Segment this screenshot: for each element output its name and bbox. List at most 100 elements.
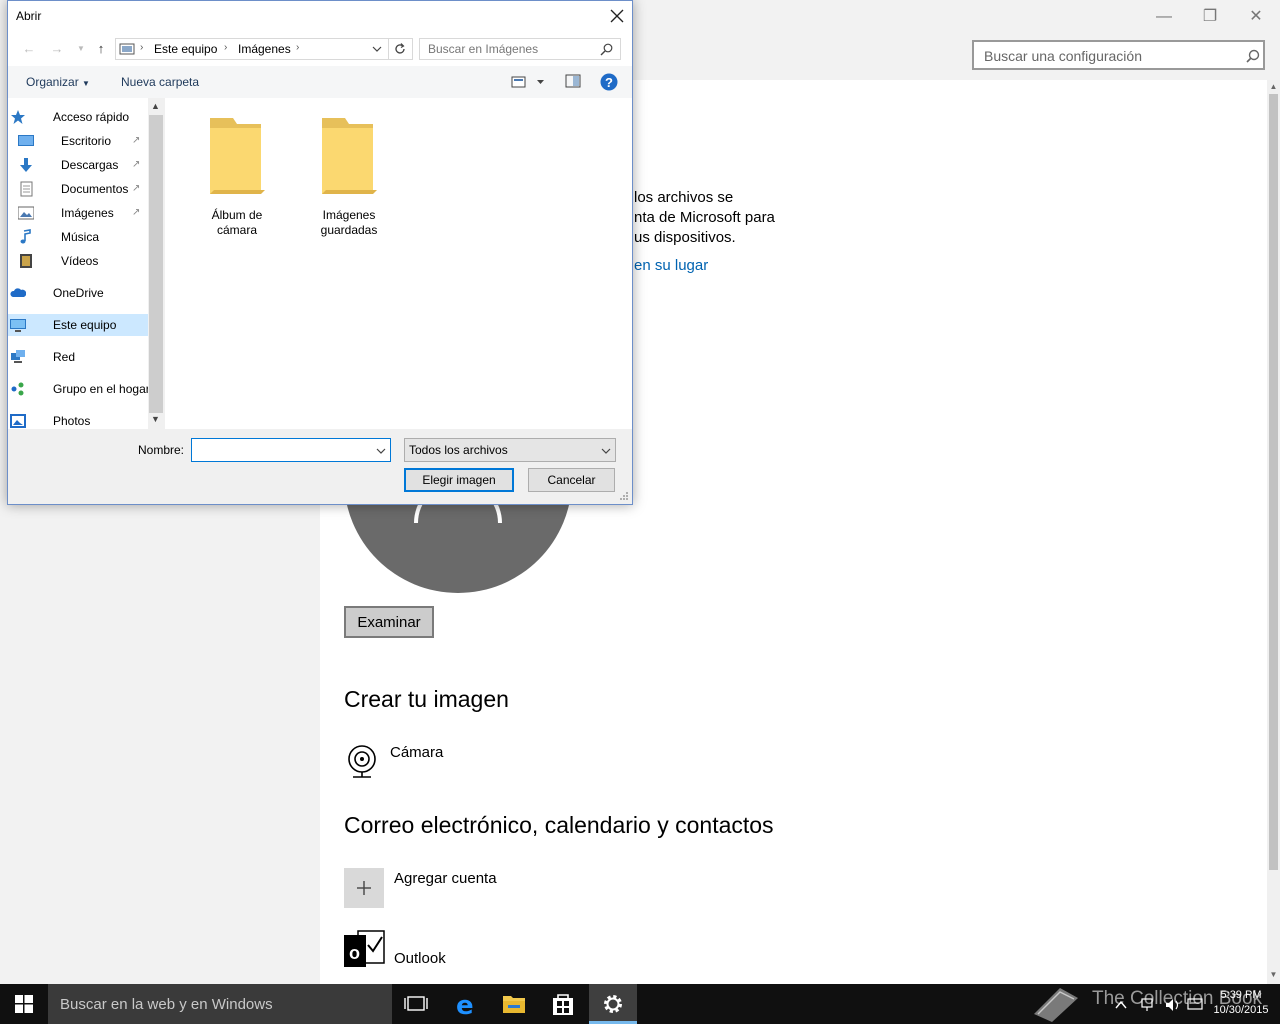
choose-picture-button[interactable]: Elegir imagen xyxy=(404,468,514,492)
local-account-link[interactable]: en su lugar xyxy=(634,256,708,276)
dialog-titlebar[interactable]: Abrir xyxy=(8,1,632,32)
folder-label: Imágenes guardadas xyxy=(299,208,399,238)
folder-item[interactable]: Álbum de cámara xyxy=(187,114,287,244)
filename-input[interactable] xyxy=(196,443,366,457)
outlook-label[interactable]: Outlook xyxy=(394,949,446,969)
create-picture-heading: Crear tu imagen xyxy=(344,686,509,712)
camera-icon[interactable] xyxy=(345,744,379,780)
open-file-dialog: Abrir ← → ▼ ↑ › Este equipo › Imágenes › xyxy=(7,0,633,505)
search-icon xyxy=(600,43,613,56)
scroll-up-arrow-icon[interactable]: ▲ xyxy=(1267,82,1280,94)
breadcrumb-separator-icon: › xyxy=(140,42,144,53)
address-dropdown-chevron-icon[interactable] xyxy=(372,45,382,53)
windows-start-icon[interactable] xyxy=(15,995,33,1013)
filename-chevron-down-icon[interactable] xyxy=(376,447,386,455)
nav-item[interactable]: Photos xyxy=(8,410,148,429)
folder-item[interactable]: Imágenes guardadas xyxy=(299,114,399,244)
folder-icon xyxy=(322,118,377,194)
taskbar-clock[interactable]: 5:39 PM 10/30/2015 xyxy=(1209,988,1273,1018)
back-arrow-icon[interactable]: ← xyxy=(20,40,38,58)
file-list-pane: Álbum de cámara Imágenes guardadas xyxy=(165,98,632,429)
filename-combobox[interactable] xyxy=(191,438,391,462)
restore-button[interactable]: ❐ xyxy=(1187,6,1233,28)
nav-item[interactable]: Documentos ↗ xyxy=(8,178,148,200)
view-options-icon[interactable] xyxy=(511,75,551,89)
nav-item[interactable]: OneDrive xyxy=(8,282,148,304)
add-account-label[interactable]: Agregar cuenta xyxy=(394,869,497,889)
edge-button[interactable]: e xyxy=(442,984,490,1024)
navigation-scrollbar[interactable]: ▲ ▼ xyxy=(148,98,165,429)
nav-item[interactable]: Vídeos xyxy=(8,250,148,272)
up-arrow-icon[interactable]: ↑ xyxy=(92,40,110,58)
breadcrumb-este-equipo[interactable]: Este equipo xyxy=(154,42,217,56)
svg-text:?: ? xyxy=(605,75,613,90)
folder-label-line1: Imágenes xyxy=(322,208,376,222)
settings-taskbar-button[interactable] xyxy=(589,984,637,1024)
svg-text:e: e xyxy=(456,991,474,1021)
cloud-icon xyxy=(10,288,26,297)
nav-item[interactable]: Imágenes ↗ xyxy=(8,202,148,224)
search-icon xyxy=(1246,49,1260,63)
nav-item[interactable]: Este equipo xyxy=(8,314,148,336)
nav-item[interactable]: Red xyxy=(8,346,148,368)
outlook-icon[interactable]: o xyxy=(344,929,386,969)
pin-icon: ↗ xyxy=(132,135,141,146)
refresh-icon[interactable] xyxy=(393,42,407,56)
scroll-thumb[interactable] xyxy=(1269,94,1278,870)
nav-scroll-down-icon[interactable]: ▼ xyxy=(151,414,160,424)
nav-item[interactable]: Escritorio ↗ xyxy=(8,130,148,152)
nav-scroll-up-icon[interactable]: ▲ xyxy=(151,101,160,111)
address-bar[interactable]: › Este equipo › Imágenes › xyxy=(115,38,413,60)
nav-item-label: Música xyxy=(61,230,100,244)
breadcrumb-separator-icon: › xyxy=(224,42,228,53)
nav-scroll-thumb[interactable] xyxy=(149,115,163,413)
nav-item[interactable]: Acceso rápido xyxy=(8,106,148,128)
pin-icon: ↗ xyxy=(132,207,141,218)
forward-arrow-icon[interactable]: → xyxy=(48,40,66,58)
store-button[interactable] xyxy=(539,984,587,1024)
recent-locations-chevron-icon[interactable]: ▼ xyxy=(72,40,90,58)
desktop-icon xyxy=(18,135,34,146)
nav-item[interactable]: Música xyxy=(8,226,148,248)
browse-button[interactable]: Examinar xyxy=(344,606,434,638)
task-view-button[interactable] xyxy=(392,984,440,1024)
minimize-button[interactable]: — xyxy=(1141,6,1187,28)
computer-icon xyxy=(10,319,26,332)
pictures-icon xyxy=(18,206,34,220)
file-type-value: Todos los archivos xyxy=(409,443,508,457)
nav-item-label: Descargas xyxy=(61,158,119,172)
store-icon xyxy=(553,994,573,1015)
organize-menu[interactable]: Organizar ▼ xyxy=(26,75,90,89)
scroll-down-arrow-icon[interactable]: ▼ xyxy=(1267,970,1280,982)
settings-scrollbar[interactable]: ▲ ▼ xyxy=(1267,80,1280,984)
taskbar-search-input[interactable] xyxy=(60,994,380,1014)
system-tray-icons[interactable] xyxy=(1112,996,1208,1014)
dialog-search-box[interactable] xyxy=(419,38,621,60)
dialog-navbar: ← → ▼ ↑ › Este equipo › Imágenes › xyxy=(8,32,632,66)
preview-pane-icon[interactable] xyxy=(565,74,581,88)
pin-icon: ↗ xyxy=(132,159,141,170)
address-divider xyxy=(388,39,389,59)
close-button[interactable]: ✕ xyxy=(1233,6,1279,28)
settings-search-input[interactable] xyxy=(984,46,1234,66)
cancel-button[interactable]: Cancelar xyxy=(528,468,615,492)
breadcrumb-imagenes[interactable]: Imágenes xyxy=(238,42,291,56)
resize-grip-icon[interactable] xyxy=(619,491,629,501)
taskbar-search-box[interactable] xyxy=(48,984,392,1024)
file-type-select[interactable]: Todos los archivos xyxy=(404,438,616,462)
camera-label[interactable]: Cámara xyxy=(390,743,443,763)
nav-item-label: Red xyxy=(53,350,76,364)
settings-search-box[interactable] xyxy=(972,40,1265,70)
nav-item[interactable]: Descargas ↗ xyxy=(8,154,148,176)
file-explorer-button[interactable] xyxy=(490,984,538,1024)
add-account-button[interactable] xyxy=(344,868,384,908)
nav-item[interactable]: Grupo en el hogar xyxy=(8,378,148,400)
dialog-close-button[interactable] xyxy=(604,3,630,29)
folder-icon xyxy=(503,996,525,1013)
nav-item-label: OneDrive xyxy=(53,286,104,300)
new-folder-button[interactable]: Nueva carpeta xyxy=(121,75,199,89)
dialog-search-input[interactable] xyxy=(428,42,598,56)
help-icon[interactable]: ? xyxy=(600,73,618,91)
nav-item-label: Vídeos xyxy=(61,254,99,268)
star-icon xyxy=(11,110,25,124)
